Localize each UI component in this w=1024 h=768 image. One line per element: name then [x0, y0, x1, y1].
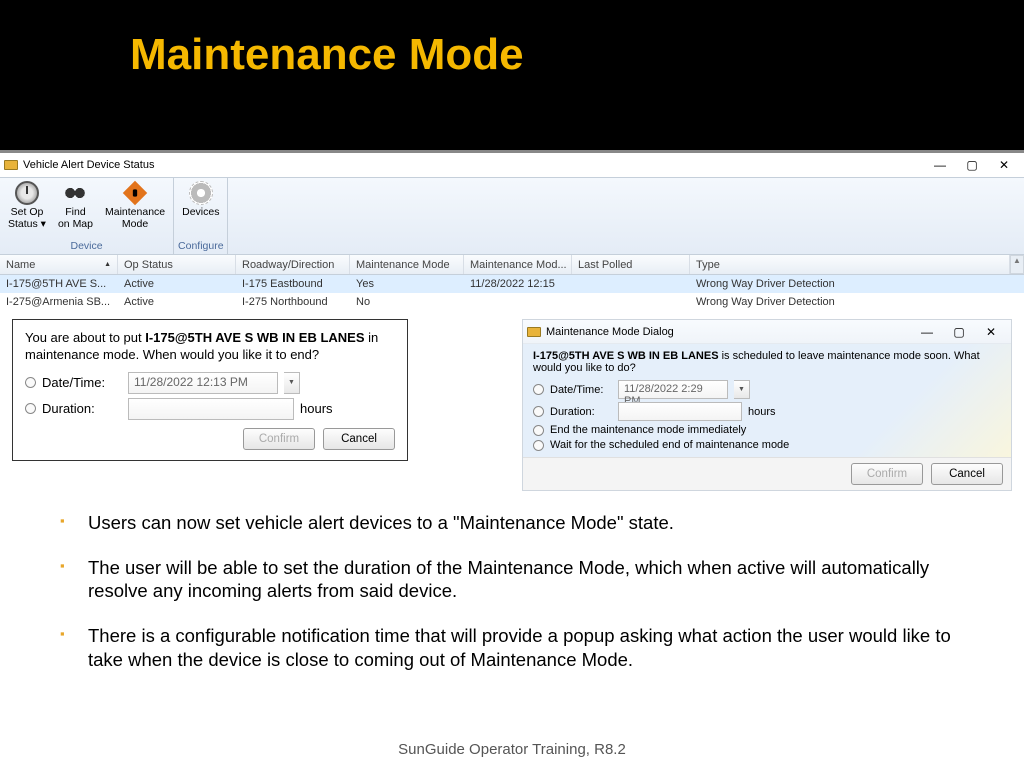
table-cell: I-175 Eastbound — [236, 275, 350, 293]
hours-label: hours — [748, 406, 776, 418]
maximize-button[interactable]: ▢ — [943, 325, 975, 339]
binoculars-icon — [63, 181, 87, 205]
col-maint-mode[interactable]: Maintenance Mode — [350, 255, 464, 274]
bullet-item: The user will be able to set the duratio… — [60, 556, 974, 602]
scroll-up-button[interactable]: ▲ — [1010, 255, 1024, 274]
col-roadway[interactable]: Roadway/Direction — [236, 255, 350, 274]
cancel-button[interactable]: Cancel — [931, 463, 1003, 485]
maximize-button[interactable]: ▢ — [956, 158, 988, 172]
slide-footer: SunGuide Operator Training, R8.2 — [0, 741, 1024, 758]
close-button[interactable]: ✕ — [975, 325, 1007, 339]
table-cell — [572, 293, 690, 311]
minimize-button[interactable]: — — [911, 325, 943, 339]
minimize-button[interactable]: — — [924, 158, 956, 172]
dialog-message: You are about to put I-175@5TH AVE S WB … — [25, 330, 395, 364]
cancel-button[interactable]: Cancel — [323, 428, 395, 450]
datetime-dropdown[interactable]: ▼ — [284, 372, 300, 394]
datetime-radio[interactable] — [25, 377, 36, 388]
duration-radio[interactable] — [25, 403, 36, 414]
duration-label: Duration: — [42, 401, 122, 416]
wait-label: Wait for the scheduled end of maintenanc… — [550, 439, 789, 451]
table-cell: I-275 Northbound — [236, 293, 350, 311]
power-icon — [15, 181, 39, 205]
dialog-icon — [527, 327, 541, 337]
ribbon-group-configure: Devices Configure — [174, 178, 228, 254]
datetime-dropdown[interactable]: ▼ — [734, 380, 750, 399]
app-window: Vehicle Alert Device Status — ▢ ✕ Set Op… — [0, 150, 1024, 311]
duration-label: Duration: — [550, 406, 612, 418]
set-op-status-button[interactable]: Set Op Status ▾ — [2, 178, 52, 230]
col-type[interactable]: Type — [690, 255, 1010, 274]
dialog-message: I-175@5TH AVE S WB IN EB LANES is schedu… — [533, 350, 1001, 374]
hours-label: hours — [300, 401, 333, 416]
datetime-label: Date/Time: — [550, 384, 612, 396]
confirm-button[interactable]: Confirm — [851, 463, 923, 485]
ribbon-group-label: Configure — [178, 240, 224, 254]
table-cell: I-275@Armenia SB... — [0, 293, 118, 311]
table-cell: Yes — [350, 275, 464, 293]
datetime-input[interactable]: 11/28/2022 12:13 PM — [128, 372, 278, 394]
app-titlebar: Vehicle Alert Device Status — ▢ ✕ — [0, 153, 1024, 177]
bullet-item: Users can now set vehicle alert devices … — [60, 511, 974, 534]
ribbon-group-label: Device — [71, 240, 103, 254]
maintenance-end-dialog: Maintenance Mode Dialog — ▢ ✕ I-175@5TH … — [522, 319, 1012, 491]
find-on-map-button[interactable]: Find on Map — [52, 178, 99, 230]
app-title: Vehicle Alert Device Status — [23, 159, 924, 171]
col-last-polled[interactable]: Last Polled — [572, 255, 690, 274]
duration-radio[interactable] — [533, 406, 544, 417]
bullet-list: Users can now set vehicle alert devices … — [0, 497, 1024, 671]
duration-input[interactable] — [128, 398, 294, 420]
slide-header: Maintenance Mode — [0, 0, 1024, 150]
col-name[interactable]: Name▲ — [0, 255, 118, 274]
app-icon — [4, 160, 18, 170]
slide-title: Maintenance Mode — [130, 30, 1024, 80]
bullet-item: There is a configurable notification tim… — [60, 624, 974, 670]
diamond-icon — [123, 181, 147, 205]
table-cell: No — [350, 293, 464, 311]
table-cell: Wrong Way Driver Detection — [690, 275, 1024, 293]
maintenance-start-dialog: You are about to put I-175@5TH AVE S WB … — [12, 319, 408, 461]
table-cell: 11/28/2022 12:15 — [464, 275, 572, 293]
table-cell: I-175@5TH AVE S... — [0, 275, 118, 293]
col-op-status[interactable]: Op Status — [118, 255, 236, 274]
col-maint-mod[interactable]: Maintenance Mod... — [464, 255, 572, 274]
duration-input[interactable] — [618, 402, 742, 421]
table-cell: Active — [118, 293, 236, 311]
gear-icon — [189, 181, 213, 205]
datetime-label: Date/Time: — [42, 375, 122, 390]
maintenance-mode-button[interactable]: Maintenance Mode — [99, 178, 171, 230]
ribbon-group-device: Set Op Status ▾ Find on Map Maintenance … — [0, 178, 174, 254]
grid-body: I-175@5TH AVE S...ActiveI-175 EastboundY… — [0, 275, 1024, 311]
dialog-title: Maintenance Mode Dialog — [546, 326, 911, 338]
table-cell: Active — [118, 275, 236, 293]
end-now-label: End the maintenance mode immediately — [550, 424, 746, 436]
table-row[interactable]: I-275@Armenia SB...ActiveI-275 Northboun… — [0, 293, 1024, 311]
confirm-button[interactable]: Confirm — [243, 428, 315, 450]
end-now-radio[interactable] — [533, 425, 544, 436]
table-row[interactable]: I-175@5TH AVE S...ActiveI-175 EastboundY… — [0, 275, 1024, 293]
table-cell — [572, 275, 690, 293]
grid-header: Name▲ Op Status Roadway/Direction Mainte… — [0, 255, 1024, 275]
datetime-input[interactable]: 11/28/2022 2:29 PM — [618, 380, 728, 399]
datetime-radio[interactable] — [533, 384, 544, 395]
table-cell: Wrong Way Driver Detection — [690, 293, 1024, 311]
table-cell — [464, 293, 572, 311]
devices-button[interactable]: Devices — [176, 178, 225, 218]
ribbon: Set Op Status ▾ Find on Map Maintenance … — [0, 177, 1024, 255]
wait-radio[interactable] — [533, 440, 544, 451]
close-button[interactable]: ✕ — [988, 158, 1020, 172]
